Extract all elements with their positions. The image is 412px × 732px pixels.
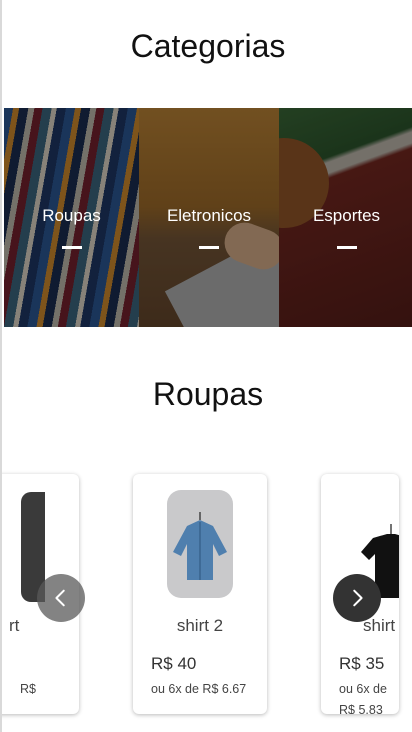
product-name: rt [9,616,20,635]
products-title: Roupas [152,376,264,412]
product-name: shirt 2 [176,616,224,635]
category-underline [61,246,82,249]
categories-strip: Roupas Eletronicos Esportes [4,108,412,327]
product-installment: R$ [20,682,36,696]
carousel-prev-button[interactable] [37,574,85,622]
carousel-next-button[interactable] [333,574,381,622]
chevron-right-icon [353,589,363,607]
page: Categorias Roupas Eletronicos Esportes R… [0,0,412,732]
product-installment: ou 6x de R$ 6.67 [151,682,247,696]
categories-title: Categorias [130,28,286,64]
category-label: Eletronicos [166,206,252,225]
product-price: R$ 40 [151,654,197,673]
chevron-left-icon [55,589,65,607]
product-card[interactable]: shirt 2 R$ 40 ou 6x de R$ 6.67 [133,474,267,714]
product-carousel: rt R$ shirt 2 R$ 40 ou 6x de R$ 6.67 shi… [2,470,412,720]
category-label: Roupas [42,206,101,225]
category-label: Esportes [312,206,381,225]
category-tile-esportes[interactable]: Esportes [279,108,412,327]
category-underline [199,246,219,249]
product-price: R$ 35 [339,654,385,673]
product-installment: ou 6x de R$ 5.83 [339,682,387,714]
denim-shirt-icon [167,490,233,598]
category-tile-eletronicos[interactable]: Eletronicos [139,108,279,327]
category-tile-roupas[interactable]: Roupas [4,108,139,327]
category-underline [336,246,357,249]
